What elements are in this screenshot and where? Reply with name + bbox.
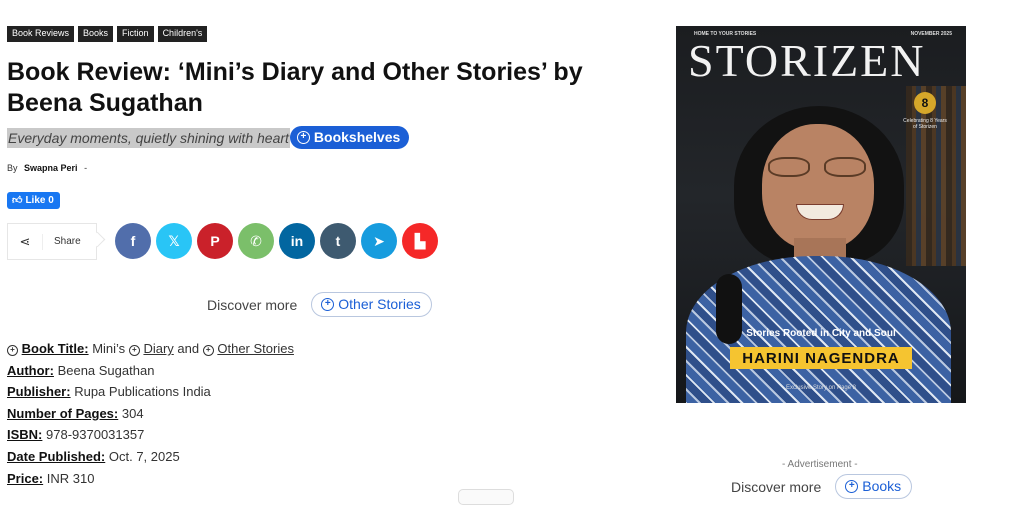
linkedin-share-button[interactable]: in bbox=[279, 223, 315, 259]
author-label: Author: bbox=[7, 362, 54, 378]
pages-value: 304 bbox=[121, 405, 144, 421]
publisher-label: Publisher: bbox=[7, 384, 71, 400]
x-icon: 𝕏 bbox=[168, 232, 180, 249]
bookshelf-background bbox=[906, 86, 966, 266]
books-label: Books bbox=[862, 478, 902, 494]
plus-circle-icon: + bbox=[321, 297, 335, 311]
book-details: + Book Title: Mini’s + Diary and + Other… bbox=[7, 338, 294, 489]
flipboard-icon: ▙ bbox=[414, 232, 426, 249]
diary-link[interactable]: Diary bbox=[143, 341, 173, 356]
telegram-share-button[interactable]: ➤ bbox=[361, 223, 397, 259]
plus-circle-icon: + bbox=[845, 479, 859, 493]
facebook-share-button[interactable]: f bbox=[115, 223, 151, 259]
telegram-icon: ➤ bbox=[373, 232, 385, 249]
linkedin-icon: in bbox=[290, 233, 304, 249]
tag-book-reviews[interactable]: Book Reviews bbox=[7, 26, 75, 42]
subtitle-row: Everyday moments, quietly shining with h… bbox=[7, 126, 410, 149]
byline: By Swapna Peri - bbox=[7, 163, 87, 173]
publisher-value: Rupa Publications India bbox=[74, 384, 211, 400]
category-tags: Book Reviews Books Fiction Children's bbox=[7, 26, 208, 42]
pinterest-share-button[interactable]: P bbox=[197, 223, 233, 259]
author-value: Beena Sugathan bbox=[57, 362, 155, 378]
other-stories-link[interactable]: + Other Stories bbox=[311, 292, 432, 317]
tag-books[interactable]: Books bbox=[78, 26, 114, 42]
isbn-row: ISBN: 978-9370031357 bbox=[7, 424, 294, 446]
tag-fiction[interactable]: Fiction bbox=[117, 26, 154, 42]
tumblr-icon: t bbox=[335, 233, 341, 249]
pinterest-icon: P bbox=[210, 233, 220, 249]
book-title-word-3: and bbox=[177, 341, 200, 356]
plus-circle-icon: + bbox=[128, 344, 140, 356]
other-stories-label: Other Stories bbox=[338, 296, 421, 312]
cover-name: HARINI NAGENDRA bbox=[730, 347, 912, 369]
thumbs-up-icon: 👍︎ bbox=[12, 195, 23, 206]
celebrating-text: Celebrating 8 Years of Storizen bbox=[903, 118, 947, 130]
books-link[interactable]: + Books bbox=[835, 474, 913, 499]
anniversary-badge: 8 bbox=[914, 92, 936, 114]
facebook-like-button[interactable]: 👍︎ Like 0 bbox=[7, 192, 60, 209]
exclusive-note: Exclusive Story on Page 8 bbox=[785, 385, 857, 391]
price-label: Price: bbox=[7, 470, 44, 486]
other-stories-inline-link[interactable]: Other Stories bbox=[217, 341, 294, 356]
article-title: Book Review: ‘Mini’s Diary and Other Sto… bbox=[7, 58, 583, 117]
book-title-word-1: Mini’s bbox=[92, 341, 126, 356]
bookshelves-label: Bookshelves bbox=[313, 129, 401, 145]
discover-more-books: Discover more + Books bbox=[731, 474, 913, 499]
byline-dash: - bbox=[84, 163, 88, 173]
share-box[interactable]: ⋖ Share bbox=[7, 223, 97, 260]
share-icon: ⋖ bbox=[8, 233, 43, 250]
portrait-face bbox=[762, 124, 874, 250]
social-share-buttons: f 𝕏 P ✆ in t ➤ ▙ bbox=[115, 223, 438, 259]
discover-more-stories: Discover more + Other Stories bbox=[207, 292, 432, 317]
date-label: Date Published: bbox=[7, 448, 106, 464]
pages-row: Number of Pages: 304 bbox=[7, 403, 294, 425]
plus-circle-icon: + bbox=[296, 130, 310, 144]
partial-button[interactable] bbox=[458, 489, 514, 505]
bookshelves-link[interactable]: + Bookshelves bbox=[289, 126, 410, 149]
advertisement-label: - Advertisement - bbox=[782, 459, 858, 470]
tag-childrens[interactable]: Children's bbox=[157, 26, 208, 42]
isbn-label: ISBN: bbox=[7, 427, 43, 443]
facebook-icon: f bbox=[130, 233, 136, 249]
book-title-row: + Book Title: Mini’s + Diary and + Other… bbox=[7, 338, 294, 360]
whatsapp-share-button[interactable]: ✆ bbox=[238, 223, 274, 259]
publisher-row: Publisher: Rupa Publications India bbox=[7, 381, 294, 403]
x-share-button[interactable]: 𝕏 bbox=[156, 223, 192, 259]
plus-circle-icon: + bbox=[202, 344, 214, 356]
pages-label: Number of Pages: bbox=[7, 405, 119, 421]
date-row: Date Published: Oct. 7, 2025 bbox=[7, 446, 294, 468]
article-subtitle: Everyday moments, quietly shining with h… bbox=[7, 127, 290, 148]
magazine-masthead: STORIZEN bbox=[688, 35, 926, 86]
book-title-label: Book Title: bbox=[21, 341, 89, 356]
discover-more-label: Discover more bbox=[207, 296, 298, 313]
author-link[interactable]: Swapna Peri bbox=[24, 163, 78, 173]
flipboard-share-button[interactable]: ▙ bbox=[402, 223, 438, 259]
cover-line: Stories Rooted in City and Soul bbox=[746, 328, 896, 339]
price-row: Price: INR 310 bbox=[7, 468, 294, 490]
magazine-cover-ad[interactable]: HOME TO YOUR STORIES NOVEMBER 2025 STORI… bbox=[676, 26, 966, 403]
price-value: INR 310 bbox=[46, 470, 95, 486]
like-label: Like 0 bbox=[25, 194, 54, 206]
whatsapp-icon: ✆ bbox=[250, 232, 262, 249]
tumblr-share-button[interactable]: t bbox=[320, 223, 356, 259]
isbn-value: 978-9370031357 bbox=[46, 427, 145, 443]
discover-more-label: Discover more bbox=[731, 478, 822, 495]
author-row: Author: Beena Sugathan bbox=[7, 360, 294, 382]
date-value: Oct. 7, 2025 bbox=[108, 448, 180, 464]
share-label: Share bbox=[54, 236, 81, 247]
plus-circle-icon: + bbox=[7, 344, 18, 356]
portrait-glasses bbox=[768, 157, 868, 177]
by-label: By bbox=[7, 163, 18, 173]
